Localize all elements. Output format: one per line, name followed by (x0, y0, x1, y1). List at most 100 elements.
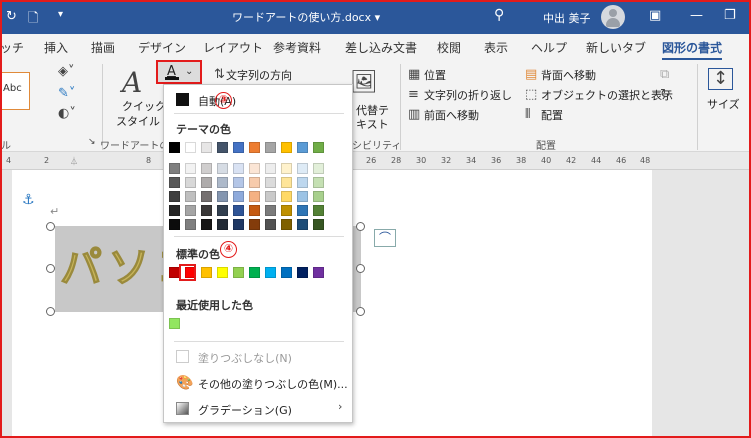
restore-icon[interactable]: ❐ (724, 8, 736, 23)
theme-shade-swatch[interactable] (249, 191, 260, 202)
send-backward-button[interactable]: 背面へ移動 (541, 67, 596, 83)
wrap-text-button[interactable]: 文字列の折り返し (424, 87, 512, 103)
user-name[interactable]: 中出 美子 (543, 10, 591, 26)
document-icon[interactable]: 🗋 (28, 9, 38, 31)
theme-shade-swatch[interactable] (233, 191, 244, 202)
standard-color-swatch[interactable] (217, 267, 228, 278)
theme-shade-swatch[interactable] (297, 205, 308, 216)
rotate-icon[interactable]: ↻ (660, 88, 671, 101)
theme-shade-swatch[interactable] (297, 177, 308, 188)
theme-color-swatch[interactable] (297, 142, 308, 153)
minimize-icon[interactable]: — (690, 8, 703, 23)
resize-handle[interactable] (46, 264, 55, 273)
quick-style-label-2[interactable]: スタイル (116, 113, 160, 129)
theme-shade-swatch[interactable] (265, 205, 276, 216)
size-icon[interactable]: ↕ (708, 68, 734, 90)
theme-shade-swatch[interactable] (313, 219, 324, 230)
theme-shade-swatch[interactable] (217, 219, 228, 230)
tab-insert[interactable]: 挿入 (44, 39, 68, 56)
resize-handle[interactable] (46, 307, 55, 316)
theme-color-swatch[interactable] (265, 142, 276, 153)
theme-shade-swatch[interactable] (281, 177, 292, 188)
theme-shade-swatch[interactable] (265, 219, 276, 230)
quick-style-icon[interactable]: A (122, 66, 142, 99)
theme-shade-swatch[interactable] (185, 205, 196, 216)
theme-shade-swatch[interactable] (265, 177, 276, 188)
automatic-swatch[interactable] (176, 93, 189, 106)
shape-fill-icon[interactable]: ◈˅ (58, 65, 75, 78)
theme-shade-swatch[interactable] (201, 163, 212, 174)
ruler-indent-marker[interactable]: ⏃ (70, 156, 78, 167)
text-fill-button[interactable]: A ⌄ (156, 60, 202, 84)
standard-color-swatch[interactable] (201, 267, 212, 278)
resize-handle[interactable] (356, 264, 365, 273)
theme-shade-swatch[interactable] (233, 177, 244, 188)
theme-shade-swatch[interactable] (249, 205, 260, 216)
document-title[interactable]: ワードアートの使い方.docx ▾ (232, 9, 380, 25)
wrap-text-icon[interactable]: ≡ (408, 88, 419, 101)
tab-review[interactable]: 校閲 (437, 39, 461, 56)
theme-color-swatch[interactable] (281, 142, 292, 153)
theme-shade-swatch[interactable] (249, 177, 260, 188)
theme-shade-swatch[interactable] (297, 191, 308, 202)
standard-color-swatch[interactable] (281, 267, 292, 278)
standard-color-swatch[interactable] (233, 267, 244, 278)
tab-new[interactable]: 新しいタブ (586, 39, 646, 56)
theme-shade-swatch[interactable] (201, 177, 212, 188)
no-fill-option[interactable]: 塗りつぶしなし(N) (198, 350, 292, 366)
theme-shade-swatch[interactable] (201, 219, 212, 230)
standard-color-swatch[interactable] (313, 267, 324, 278)
theme-shade-swatch[interactable] (233, 205, 244, 216)
search-icon[interactable]: ⚲ (494, 7, 504, 23)
theme-shade-swatch[interactable] (281, 191, 292, 202)
theme-shade-swatch[interactable] (281, 219, 292, 230)
bring-forward-icon[interactable]: ▥ (408, 108, 420, 121)
tab-design[interactable]: デザイン (138, 39, 186, 56)
recent-color-swatch[interactable] (169, 318, 180, 329)
theme-shade-swatch[interactable] (169, 163, 180, 174)
theme-shade-swatch[interactable] (185, 163, 196, 174)
group-objects-icon[interactable]: ⧉ (660, 68, 669, 81)
theme-shade-swatch[interactable] (169, 205, 180, 216)
theme-shade-swatch[interactable] (217, 177, 228, 188)
redo-icon[interactable]: ↻ (6, 9, 17, 24)
theme-shade-swatch[interactable] (313, 205, 324, 216)
resize-handle[interactable] (356, 307, 365, 316)
standard-color-swatch[interactable] (297, 267, 308, 278)
alt-text-label-2[interactable]: キスト (356, 116, 389, 132)
gradient-option[interactable]: グラデーション(G) (198, 402, 292, 418)
customize-toolbar-icon[interactable]: ▾ (58, 9, 63, 20)
bring-forward-button[interactable]: 前面へ移動 (424, 107, 479, 123)
quick-style-label-1[interactable]: クイック (122, 98, 166, 114)
theme-shade-swatch[interactable] (265, 163, 276, 174)
theme-shade-swatch[interactable] (185, 191, 196, 202)
tab-references[interactable]: 参考資料 (273, 39, 321, 56)
theme-shade-swatch[interactable] (185, 219, 196, 230)
theme-shade-swatch[interactable] (233, 163, 244, 174)
theme-shade-swatch[interactable] (169, 191, 180, 202)
theme-shade-swatch[interactable] (169, 219, 180, 230)
theme-shade-swatch[interactable] (265, 191, 276, 202)
standard-color-swatch[interactable] (265, 267, 276, 278)
text-direction-button[interactable]: 文字列の方向 (226, 67, 292, 83)
alt-text-icon[interactable]: 🖼 (350, 72, 378, 94)
size-button[interactable]: サイズ (707, 96, 740, 112)
align-icon[interactable]: ⫴ (525, 108, 530, 121)
tab-layout[interactable]: レイアウト (203, 39, 263, 56)
shape-outline-icon[interactable]: ✎˅ (58, 87, 75, 100)
theme-shade-swatch[interactable] (297, 219, 308, 230)
theme-shade-swatch[interactable] (169, 177, 180, 188)
theme-color-swatch[interactable] (185, 142, 196, 153)
theme-color-swatch[interactable] (201, 142, 212, 153)
standard-color-swatch[interactable] (249, 267, 260, 278)
theme-shade-swatch[interactable] (201, 205, 212, 216)
theme-color-swatch[interactable] (169, 142, 180, 153)
tab-touch[interactable]: ッチ (0, 39, 24, 56)
theme-color-swatch[interactable] (217, 142, 228, 153)
resize-handle[interactable] (356, 222, 365, 231)
tab-shape-format[interactable]: 図形の書式 (662, 39, 723, 61)
theme-shade-swatch[interactable] (217, 191, 228, 202)
shape-effects-icon[interactable]: ◐˅ (58, 107, 76, 120)
theme-shade-swatch[interactable] (313, 163, 324, 174)
theme-color-swatch[interactable] (249, 142, 260, 153)
